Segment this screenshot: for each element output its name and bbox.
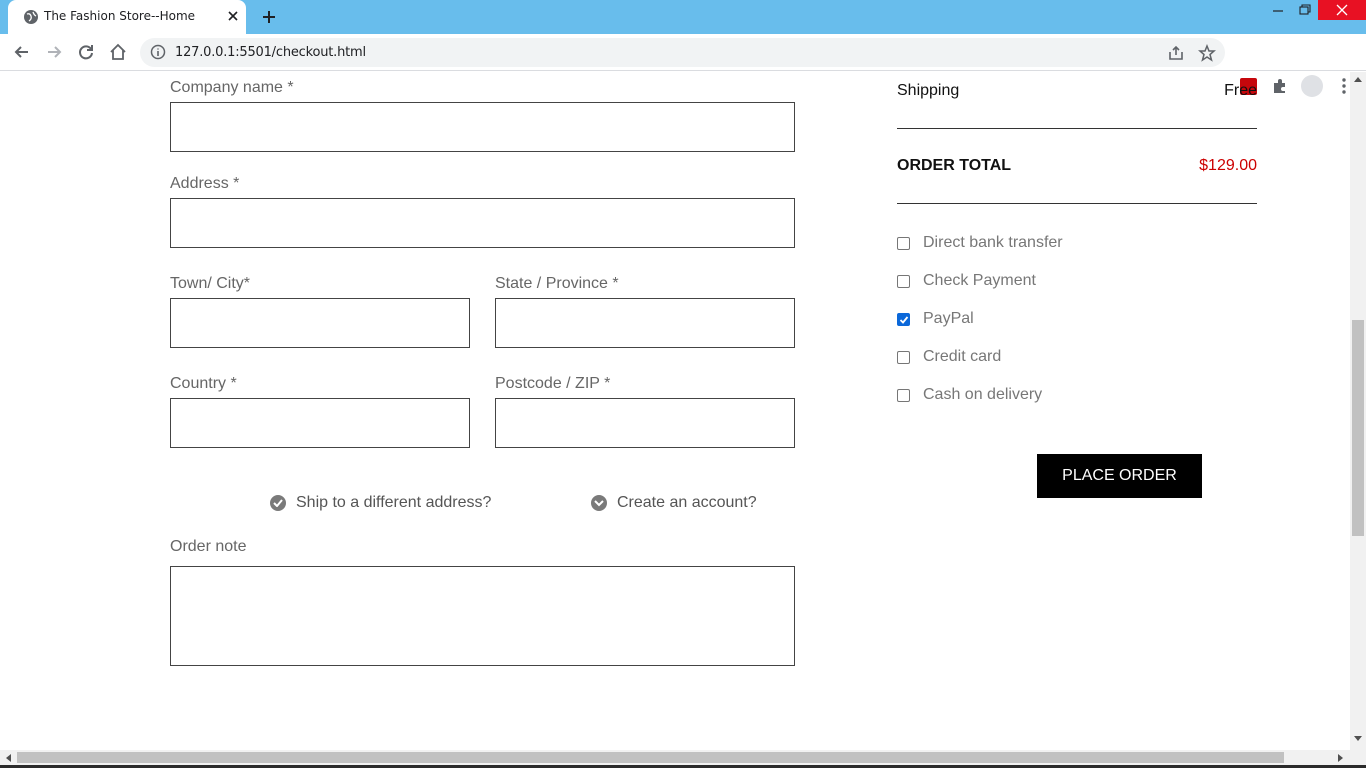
- town-city-input[interactable]: [171, 299, 469, 347]
- checkbox[interactable]: [897, 274, 910, 288]
- town-city-label: Town/ City*: [170, 275, 251, 292]
- reload-icon[interactable]: [76, 42, 96, 62]
- check-circle-icon: [270, 495, 286, 511]
- payment-option-label: Cash on delivery: [923, 386, 1043, 403]
- divider: [897, 203, 1257, 204]
- scroll-left-icon[interactable]: [5, 754, 11, 762]
- payment-option-label: Check Payment: [923, 272, 1036, 289]
- home-icon[interactable]: [108, 42, 128, 62]
- create-account-option[interactable]: Create an account?: [591, 494, 757, 512]
- divider: [897, 128, 1257, 129]
- checkbox[interactable]: [897, 388, 910, 402]
- company-name-field[interactable]: [170, 102, 795, 152]
- info-icon[interactable]: [150, 44, 166, 60]
- shipping-row: Shipping Free: [897, 82, 1257, 100]
- back-icon[interactable]: [12, 42, 32, 62]
- address-input[interactable]: [171, 199, 794, 247]
- chevron-circle-icon: [591, 495, 607, 511]
- payment-option[interactable]: Direct bank transfer: [897, 234, 1063, 252]
- horizontal-scroll-thumb[interactable]: [17, 752, 1284, 763]
- address-label: Address *: [170, 175, 240, 192]
- payment-option[interactable]: Cash on delivery: [897, 386, 1042, 404]
- payment-option[interactable]: Credit card: [897, 348, 1001, 366]
- address-bar[interactable]: 127.0.0.1:5501/checkout.html: [140, 38, 1225, 67]
- order-note-field[interactable]: [170, 566, 795, 666]
- country-input[interactable]: [171, 399, 469, 447]
- ship-different-address-label: Ship to a different address?: [296, 494, 492, 511]
- payment-option[interactable]: Check Payment: [897, 272, 1036, 290]
- horizontal-scrollbar[interactable]: [0, 750, 1350, 765]
- scroll-right-icon[interactable]: [1338, 754, 1344, 762]
- postcode-input[interactable]: [496, 399, 794, 447]
- scroll-up-icon[interactable]: [1354, 76, 1362, 82]
- state-province-input[interactable]: [496, 299, 794, 347]
- forward-icon[interactable]: [44, 42, 64, 62]
- country-field[interactable]: [170, 398, 470, 448]
- state-province-field[interactable]: [495, 298, 795, 348]
- payment-option-label: PayPal: [923, 310, 974, 327]
- order-note-textarea[interactable]: [171, 567, 794, 665]
- place-order-button[interactable]: PLACE ORDER: [1037, 454, 1202, 498]
- checkout-page: Company name * Address * Town/ City* Sta…: [0, 72, 1350, 750]
- close-window-icon[interactable]: [1318, 0, 1366, 20]
- shipping-label: Shipping: [897, 82, 960, 99]
- browser-toolbar: 127.0.0.1:5501/checkout.html: [0, 34, 1366, 97]
- checkbox[interactable]: [897, 350, 910, 364]
- address-field[interactable]: [170, 198, 795, 248]
- shipping-value: Free: [1224, 82, 1257, 99]
- url-text[interactable]: 127.0.0.1:5501/checkout.html: [175, 45, 366, 60]
- tab-strip: The Fashion Store--Home: [0, 0, 1366, 34]
- state-province-label: State / Province *: [495, 275, 619, 292]
- order-note-label: Order note: [170, 538, 247, 555]
- scroll-down-icon[interactable]: [1354, 736, 1362, 742]
- postcode-field[interactable]: [495, 398, 795, 448]
- postcode-label: Postcode / ZIP *: [495, 375, 611, 392]
- checkbox-checked[interactable]: [897, 312, 910, 326]
- close-tab-icon[interactable]: [225, 8, 241, 24]
- restore-icon[interactable]: [1289, 0, 1319, 20]
- order-total-row: ORDER TOTAL $129.00: [897, 157, 1257, 175]
- create-account-label: Create an account?: [617, 494, 757, 511]
- company-name-label: Company name *: [170, 79, 294, 96]
- payment-option-label: Direct bank transfer: [923, 234, 1063, 251]
- scrollbar-corner: [1350, 750, 1366, 765]
- checkbox[interactable]: [897, 236, 910, 250]
- bookmark-star-icon[interactable]: [1198, 44, 1216, 62]
- globe-icon: [24, 10, 38, 24]
- payment-option-label: Credit card: [923, 348, 1002, 365]
- share-icon[interactable]: [1167, 44, 1185, 62]
- new-tab-icon[interactable]: [259, 7, 279, 27]
- payment-option[interactable]: PayPal: [897, 310, 974, 328]
- vertical-scrollbar[interactable]: [1350, 72, 1366, 750]
- order-total-label: ORDER TOTAL: [897, 157, 1012, 174]
- vertical-scroll-thumb[interactable]: [1352, 320, 1364, 536]
- country-label: Country *: [170, 375, 237, 392]
- tab-title: The Fashion Store--Home: [44, 9, 196, 23]
- company-name-input[interactable]: [171, 103, 794, 151]
- order-total-value: $129.00: [1199, 157, 1257, 174]
- browser-tab[interactable]: The Fashion Store--Home: [8, 0, 246, 34]
- town-city-field[interactable]: [170, 298, 470, 348]
- ship-different-address-option[interactable]: Ship to a different address?: [270, 494, 491, 512]
